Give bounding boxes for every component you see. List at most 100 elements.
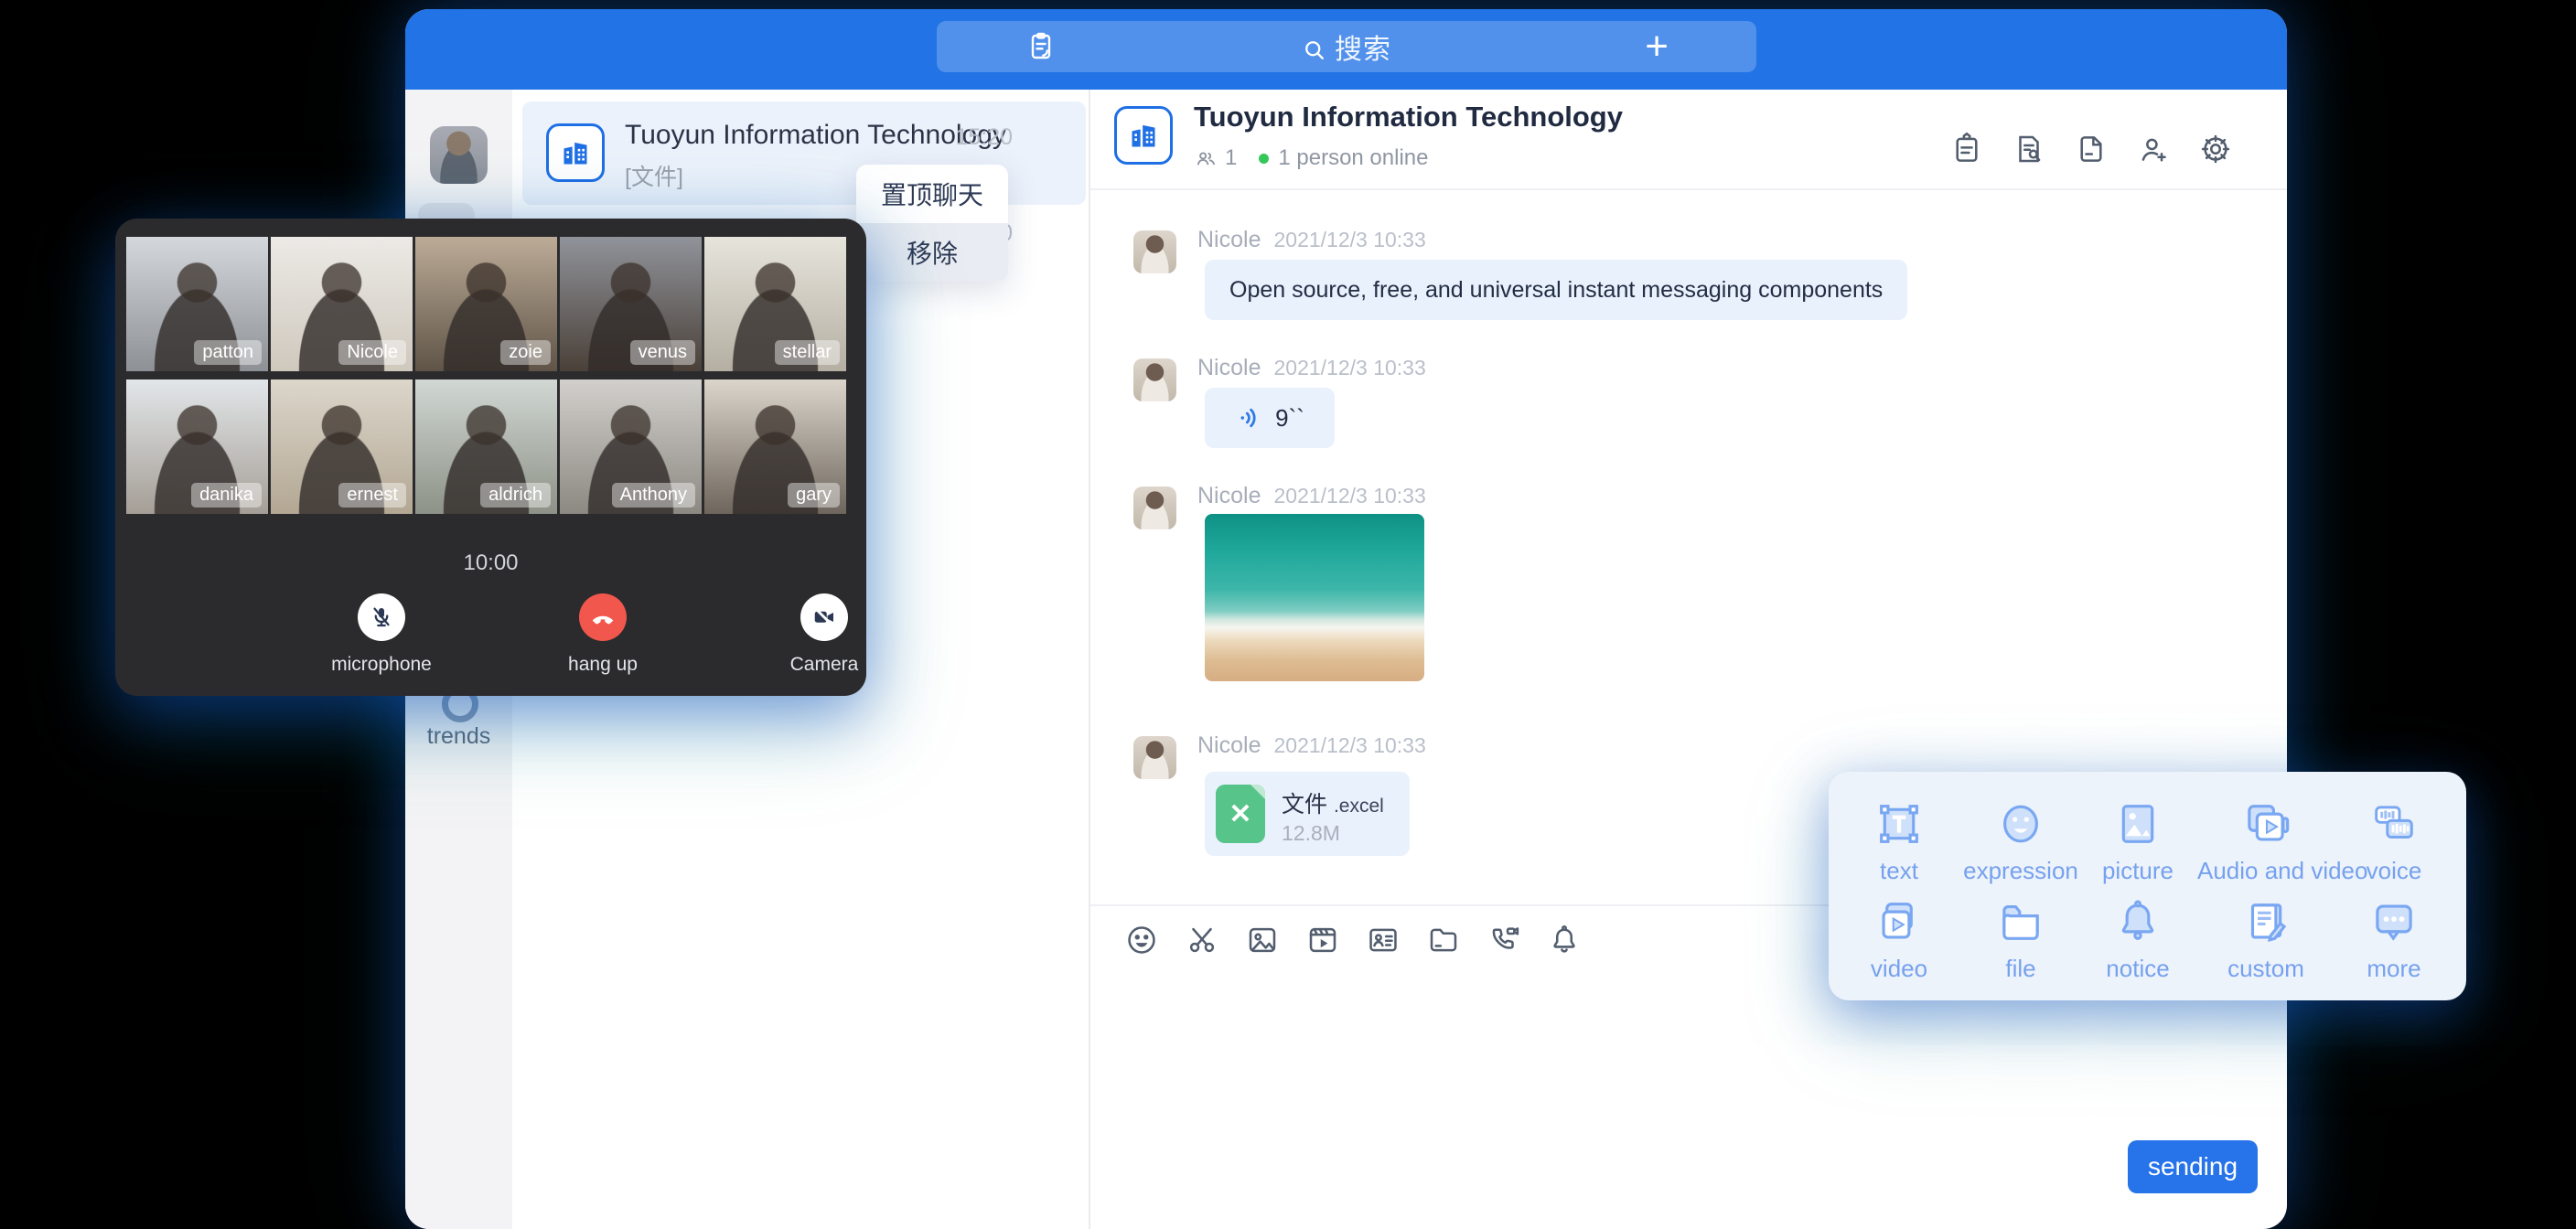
call-duration: 10:00 [115,550,866,576]
microphone-label: microphone [308,654,455,676]
screenshot-scissors-icon[interactable] [1185,923,1219,957]
hang-up-icon [588,603,617,632]
video-tile[interactable]: Anthony [560,379,702,514]
announcement-icon[interactable] [1949,132,1984,166]
group-building-icon [546,123,605,182]
participant-name: Nicole [338,340,406,365]
group-building-icon [1114,106,1173,165]
video-tile[interactable]: danika [126,379,268,514]
text-message-bubble[interactable]: Open source, free, and universal instant… [1205,260,1907,320]
camera-toggle-button[interactable] [800,593,848,641]
participant-name: stellar [775,340,840,365]
send-button[interactable]: sending [2128,1140,2258,1193]
panel-item-text[interactable]: text [1830,797,1968,885]
emoji-icon[interactable] [1124,923,1159,957]
online-dot [1259,154,1269,164]
members-icon [1194,146,1218,171]
add-plus-button[interactable]: + [1645,23,1669,70]
video-tile[interactable]: stellar [704,237,846,371]
video-call-panel: patton Nicole zoie venus stellar danika … [115,219,866,696]
menu-item-pin-chat[interactable]: 置顶聊天 [856,165,1008,223]
search-input[interactable]: 搜索 [937,27,1756,67]
smiley-icon [1994,797,2047,850]
chat-subheader: 1 1 person online [1194,144,1428,172]
participant-name: venus [630,340,695,365]
avatar[interactable] [1133,486,1176,529]
video-tile[interactable]: zoie [415,237,557,371]
search-bar[interactable]: 搜索 + [937,21,1756,72]
add-member-icon[interactable] [2136,132,2171,166]
more-bubble-icon [2367,895,2420,948]
mic-off-icon [368,604,395,631]
menu-item-remove[interactable]: 移除 [856,223,1008,282]
microphone-mute-button[interactable] [358,593,405,641]
chat-title: Tuoyun Information Technology [1194,101,1623,134]
contact-card-icon[interactable] [1366,923,1401,957]
chat-record-search-icon[interactable] [2012,132,2046,166]
message-toolbar [1124,923,1582,957]
online-status: 1 person online [1278,145,1428,171]
voice-bubbles-icon [2367,797,2420,850]
bell-icon [2111,895,2164,948]
send-image-icon[interactable] [1245,923,1280,957]
panel-item-voice[interactable]: voice [2325,797,2463,885]
edit-doc-icon [2239,895,2292,948]
hang-up-button[interactable] [579,593,627,641]
message-meta: Nicole2021/12/3 10:33 [1197,732,1426,759]
video-tile[interactable]: Nicole [271,237,413,371]
video-tile[interactable]: venus [560,237,702,371]
avatar[interactable] [1133,230,1176,273]
conversation-last-message: [文件] [625,159,683,192]
panel-item-notice[interactable]: notice [2069,895,2206,983]
avatar[interactable] [1133,736,1176,779]
message-meta: Nicole2021/12/3 10:33 [1197,483,1426,509]
top-header-bar: 搜索 + [405,9,2287,90]
participant-name: danika [191,483,262,508]
notice-bell-icon[interactable] [1547,923,1582,957]
video-tile[interactable]: gary [704,379,846,514]
participant-name: aldrich [480,483,551,508]
video-tile[interactable]: patton [126,237,268,371]
file-name: 文件 .excel [1282,786,1384,819]
send-video-icon[interactable] [1305,923,1340,957]
file-size: 12.8M [1282,821,1340,846]
avatar[interactable] [1133,358,1176,401]
participant-name: gary [788,483,840,508]
voice-message-bubble[interactable]: 9`` [1205,388,1335,448]
search-icon [1302,37,1327,63]
camera-label: Camera [751,654,897,676]
group-file-icon[interactable] [2074,132,2109,166]
folder-icon [1994,895,2047,948]
video-call-icon[interactable] [1487,923,1521,957]
message-meta: Nicole2021/12/3 10:33 [1197,355,1426,381]
excel-file-icon: ✕ [1216,785,1265,843]
voice-duration: 9`` [1275,404,1304,433]
play-media-icon [1873,895,1926,948]
camera-off-icon [810,604,838,631]
participant-name: ernest [338,483,406,508]
conversation-context-menu: 置顶聊天 移除 [856,165,1008,282]
conversation-time: 15:20 [918,124,1013,151]
screenshot-stage: 搜索 + trends Tuoyun Information Technolo [0,0,2576,1229]
panel-item-audio-video[interactable]: Audio and video [2197,797,2334,885]
panel-item-custom[interactable]: custom [2197,895,2334,983]
message-meta: Nicole2021/12/3 10:33 [1197,227,1426,253]
send-file-folder-icon[interactable] [1426,923,1461,957]
panel-item-video[interactable]: video [1830,895,1968,983]
panel-item-picture[interactable]: picture [2069,797,2206,885]
video-tile[interactable]: aldrich [415,379,557,514]
panel-item-more[interactable]: more [2325,895,2463,983]
play-media-icon [2239,797,2292,850]
user-avatar[interactable] [430,126,488,184]
participant-name: patton [194,340,262,365]
image-message-beach[interactable] [1205,514,1424,681]
video-tile[interactable]: ernest [271,379,413,514]
sidebar-item-trends[interactable]: trends [405,723,512,750]
settings-gear-icon[interactable] [2198,132,2233,166]
message-type-panel: text expression picture [1829,772,2466,1000]
participant-name: zoie [500,340,551,365]
hang-up-label: hang up [530,654,676,676]
text-frame-icon [1873,797,1926,850]
member-count: 1 [1225,145,1237,171]
chat-header-actions [1949,132,2233,166]
